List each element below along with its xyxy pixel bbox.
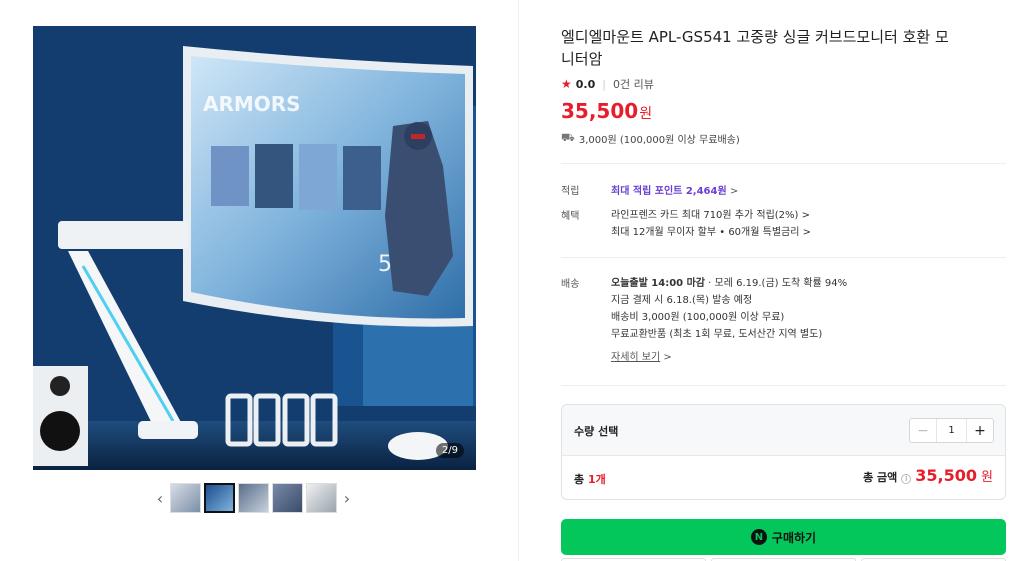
shipping-summary: ⛟ 3,000원 (100,000원 이상 무료배송)	[561, 131, 740, 146]
thumbnail-active[interactable]	[204, 483, 235, 513]
total-count-prefix: 총	[574, 473, 588, 486]
buy-button-label: 구매하기	[771, 530, 817, 545]
price-unit: 원	[639, 106, 653, 122]
product-title: 엘디엘마운트 APL-GS541 고중량 싱글 커브드모니터 호환 모니터암	[561, 28, 949, 68]
delivery-ship-date: 지금 결제 시 6.18.(목) 발송 예정	[611, 295, 753, 306]
thumbnail-strip: ‹ ›	[153, 483, 354, 513]
rating-score: 0.0	[575, 77, 596, 91]
benefits-content: 라인프렌즈 카드 최대 710원 추가 적립(2%) > 최대 12개월 무이자…	[611, 207, 1006, 241]
thumbnail[interactable]	[238, 483, 269, 513]
divider	[561, 385, 1006, 386]
panel-divider	[518, 0, 519, 561]
delivery-today: 오늘출발 14:00 마감 · 모레 6.19.(금) 도착 확률 94%	[611, 275, 1006, 292]
product-gallery: ARMORS 5 2/9 ‹ ›	[0, 0, 518, 561]
naver-pay-icon: N	[750, 529, 767, 545]
points-text: 최대 적립 포인트 2,464원	[611, 186, 727, 197]
delivery-arrival: · 모레 6.19.(금) 도착 확률 94%	[705, 278, 848, 289]
total-price-value: 35,500	[915, 466, 978, 485]
chevron-right-icon: >	[663, 352, 672, 363]
product-info-panel: 엘디엘마운트 APL-GS541 고중량 싱글 커브드모니터 호환 모니터암 ★…	[561, 0, 1006, 561]
details-link-text: 자세히 보기	[611, 352, 661, 363]
quantity-decrease-button[interactable]: −	[910, 419, 936, 442]
total-count: 총 1개	[574, 471, 606, 487]
points-link[interactable]: 최대 적립 포인트 2,464원 >	[611, 182, 1006, 197]
product-price: 35,500 원	[561, 99, 652, 123]
thumbnail[interactable]	[170, 483, 201, 513]
separator: |	[602, 77, 606, 91]
delivery-label: 배송	[561, 279, 580, 290]
star-icon: ★	[561, 77, 572, 91]
quantity-input[interactable]: 1	[936, 419, 967, 442]
delivery-fee: 배송비 3,000원 (100,000원 이상 무료)	[611, 312, 785, 323]
total-price-label: 총 금액	[863, 471, 898, 484]
svg-text:5: 5	[378, 252, 392, 277]
review-count-link[interactable]: 0건 리뷰	[613, 76, 654, 92]
total-price: 총 금액 i 35,500 원	[863, 466, 993, 485]
delivery-content: 오늘출발 14:00 마감 · 모레 6.19.(금) 도착 확률 94% 지금…	[611, 275, 1006, 366]
delivery-today-cutoff: 오늘출발 14:00 마감	[611, 278, 705, 289]
quantity-header: 수량 선택 − 1 +	[562, 405, 1005, 456]
points-label: 적립	[561, 186, 580, 197]
quantity-increase-button[interactable]: +	[967, 419, 993, 442]
divider	[561, 163, 1006, 164]
quantity-stepper: − 1 +	[909, 418, 994, 443]
thumbnail-prev-button[interactable]: ‹	[153, 483, 167, 513]
thumbnail[interactable]	[272, 483, 303, 513]
image-counter: 2/9	[435, 443, 464, 458]
delivery-details-link[interactable]: 자세히 보기 >	[611, 349, 1006, 366]
total-price-unit: 원	[981, 470, 993, 485]
shipping-text: 3,000원 (100,000원 이상 무료배송)	[578, 135, 740, 146]
benefit-card-link[interactable]: 라인프렌즈 카드 최대 710원 추가 적립(2%) >	[611, 207, 1006, 224]
thumbnail[interactable]	[306, 483, 337, 513]
main-product-image[interactable]: ARMORS 5 2/9	[33, 26, 476, 470]
divider	[561, 257, 1006, 258]
delivery-returns: 무료교환반품 (최초 1회 무료, 도서산간 지역 별도)	[611, 329, 823, 340]
quantity-box: 수량 선택 − 1 + 총 1개 총 금액 i 35,500 원	[561, 404, 1006, 500]
buy-button[interactable]: N 구매하기	[561, 519, 1006, 555]
rating-row: ★ 0.0 | 0건 리뷰	[561, 76, 654, 92]
svg-text:ARMORS: ARMORS	[203, 92, 301, 116]
truck-icon: ⛟	[561, 131, 575, 144]
total-count-value: 1개	[587, 473, 606, 486]
benefit-installment-link[interactable]: 최대 12개월 무이자 할부 • 60개월 특별금리 >	[611, 224, 1006, 241]
monitor-arm-illustration: ARMORS 5	[33, 26, 476, 470]
benefits-label: 혜택	[561, 211, 580, 222]
thumbnail-next-button[interactable]: ›	[340, 483, 354, 513]
chevron-right-icon: >	[729, 186, 739, 197]
quantity-label: 수량 선택	[574, 425, 619, 438]
info-icon[interactable]: i	[901, 474, 912, 484]
price-value: 35,500	[561, 99, 639, 123]
